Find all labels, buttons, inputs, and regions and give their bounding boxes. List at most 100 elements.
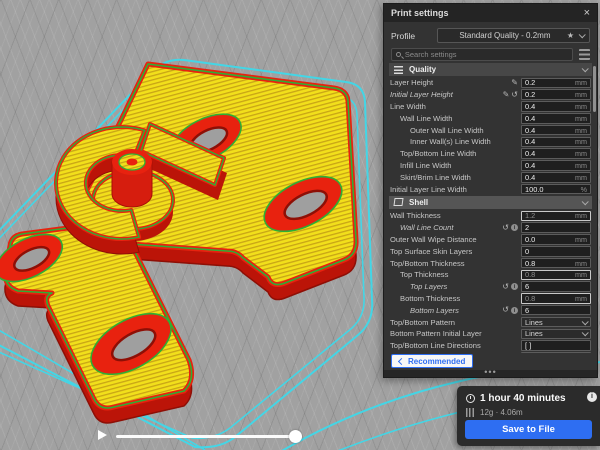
setting-value-field[interactable]: 6 (521, 281, 591, 292)
setting-value: 100.0 (525, 185, 581, 194)
setting-label: Initial Layer Height (390, 90, 503, 99)
panel-header[interactable]: Print settings × (384, 4, 597, 22)
chevron-down-icon (582, 330, 589, 337)
setting-value-field[interactable]: 0.4mm (521, 160, 591, 171)
setting-row: Infill Line Width0.4mm (384, 160, 597, 172)
save-to-file-button[interactable]: Save to File (465, 420, 592, 439)
setting-value: 0.4 (525, 161, 575, 170)
setting-value-field[interactable]: [ ] (521, 340, 591, 351)
profile-dropdown[interactable]: Standard Quality - 0.2mm ★ (437, 28, 590, 43)
scrollbar-thumb[interactable] (593, 66, 597, 112)
play-icon[interactable] (98, 430, 107, 440)
setting-row: Wall Thickness1.2mm (384, 210, 597, 222)
panel-resize-grip[interactable]: ••• (384, 370, 597, 377)
chevron-down-icon (582, 65, 589, 72)
setting-value-field[interactable]: 0.8mm (521, 270, 591, 281)
setting-unit: mm (575, 259, 587, 268)
setting-label: Infill Line Width (390, 161, 521, 170)
setting-value-field[interactable]: 0.4mm (521, 172, 591, 183)
print-settings-panel: Print settings × Profile Standard Qualit… (383, 3, 598, 378)
setting-unit: mm (575, 126, 587, 135)
setting-value: 0.4 (525, 149, 575, 158)
chevron-down-icon (582, 198, 589, 205)
setting-value: 0.4 (525, 137, 575, 146)
setting-value: 0.8 (525, 259, 575, 268)
slider-handle[interactable] (289, 430, 302, 443)
revert-icon[interactable]: ↺ (502, 306, 509, 314)
setting-unit: mm (575, 270, 587, 279)
section-header-shell[interactable]: Shell (389, 196, 592, 209)
revert-icon[interactable]: ↺ (502, 283, 509, 291)
setting-icons: ↺i (502, 283, 518, 291)
setting-label: Layer Height (390, 78, 511, 87)
section-header-quality[interactable]: Quality (389, 63, 592, 76)
search-box[interactable] (391, 48, 573, 61)
setting-value: 0.8 (525, 270, 575, 279)
info-icon[interactable]: i (511, 307, 518, 314)
setting-unit: mm (575, 137, 587, 146)
setting-row: Skirt/Brim Line Width0.4mm (384, 171, 597, 183)
setting-value-field[interactable]: 0.8mm (521, 258, 591, 269)
setting-value-field[interactable]: 0.8mm (521, 293, 591, 304)
revert-icon[interactable]: ↺ (511, 91, 518, 99)
pencil-icon[interactable]: ✎ (503, 91, 510, 99)
setting-value: 0.4 (525, 126, 575, 135)
info-icon[interactable]: i (511, 283, 518, 290)
print-time-row: 1 hour 40 minutes (466, 393, 566, 404)
setting-value-field[interactable]: 0.0mm (521, 234, 591, 245)
setting-row: Top/Bottom Thickness0.8mm (384, 257, 597, 269)
layers-icon (394, 66, 403, 74)
print-job-summary-panel: 1 hour 40 minutes i 12g · 4.06m Save to … (457, 386, 600, 446)
setting-row: Top/Bottom Line Directions[ ] (384, 340, 597, 352)
spool-icon (466, 408, 475, 417)
setting-value-field[interactable]: 0.4mm (521, 137, 591, 148)
filter-icon[interactable] (579, 49, 590, 60)
setting-row: Bottom Pattern Initial LayerLines (384, 328, 597, 340)
setting-value-field[interactable]: 100.0% (521, 184, 591, 195)
slider-track[interactable] (116, 435, 302, 438)
setting-dropdown[interactable]: Lines (521, 329, 591, 340)
setting-row: Inner Wall(s) Line Width0.4mm (384, 136, 597, 148)
clock-icon (466, 394, 475, 403)
setting-dropdown[interactable]: Lines (521, 317, 591, 328)
setting-value-field[interactable]: 0.2mm (521, 78, 591, 89)
setting-label: Wall Line Width (390, 114, 521, 123)
section-title: Quality (409, 65, 582, 74)
chevron-down-icon (582, 318, 589, 325)
setting-row: Top/Bottom PatternLines (384, 316, 597, 328)
revert-icon[interactable]: ↺ (502, 224, 509, 232)
info-icon[interactable]: i (511, 224, 518, 231)
info-icon[interactable]: i (587, 392, 597, 402)
setting-value-field[interactable]: 2 (521, 222, 591, 233)
setting-value-field[interactable]: 0.4mm (521, 125, 591, 136)
setting-label: Wall Thickness (390, 211, 521, 220)
setting-label: Bottom Thickness (390, 294, 521, 303)
setting-label: Outer Wall Line Width (390, 126, 521, 135)
profile-row: Profile Standard Quality - 0.2mm ★ (391, 28, 590, 43)
setting-value-field[interactable]: 0 (521, 246, 591, 257)
search-input[interactable] (405, 50, 568, 59)
star-icon[interactable]: ★ (567, 31, 574, 40)
setting-value: 0.2 (525, 90, 575, 99)
setting-value-field[interactable]: 0.4mm (521, 148, 591, 159)
profile-label: Profile (391, 31, 437, 41)
setting-label: Line Width (390, 102, 521, 111)
setting-unit: mm (575, 235, 587, 244)
setting-value-field[interactable]: 0mm (521, 352, 591, 353)
setting-value-field[interactable]: 0.2mm (521, 89, 591, 100)
setting-value-field[interactable]: 0.4mm (521, 101, 591, 112)
setting-label: Top/Bottom Line Directions (390, 341, 521, 350)
setting-row: Bottom Layers↺i6 (384, 304, 597, 316)
recommended-button[interactable]: Recommended (391, 354, 473, 368)
setting-value-field[interactable]: 1.2mm (521, 211, 591, 222)
recommended-label: Recommended (408, 357, 465, 366)
setting-value-field[interactable]: 6 (521, 305, 591, 316)
setting-row: Outer Wall Wipe Distance0.0mm (384, 234, 597, 246)
setting-icons: ✎ (511, 79, 518, 87)
setting-value-field[interactable]: 0.4mm (521, 113, 591, 124)
layer-playback-slider (92, 425, 312, 447)
setting-label: Top Thickness (390, 270, 521, 279)
pencil-icon[interactable]: ✎ (511, 79, 518, 87)
setting-label: Top/Bottom Line Width (390, 149, 521, 158)
close-icon[interactable]: × (584, 8, 590, 18)
